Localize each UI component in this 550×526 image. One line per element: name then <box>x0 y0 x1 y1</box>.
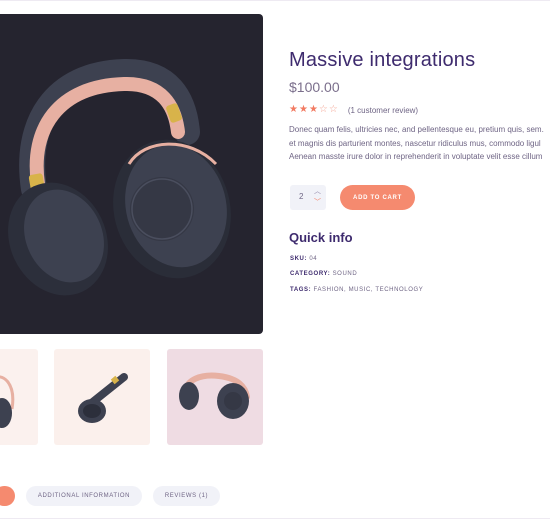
product-title: Massive integrations <box>289 49 476 71</box>
category-meta: CATEGORY: SOUND <box>290 271 357 277</box>
tab-reviews[interactable]: REVIEWS (1) <box>153 486 220 506</box>
star-icon: ☆ <box>328 104 338 115</box>
chevron-up-icon[interactable]: ︿ <box>314 188 321 196</box>
tab-additional-information[interactable]: ADDITIONAL INFORMATION <box>26 486 142 506</box>
chevron-down-icon[interactable]: ﹀ <box>314 199 321 207</box>
quantity-stepper[interactable]: 2 ︿ ﹀ <box>290 185 326 210</box>
sku-meta: SKU: 04 <box>290 256 317 262</box>
quick-info-title: Quick info <box>289 230 353 245</box>
tags-links[interactable]: FASHION, MUSIC, TECHNOLOGY <box>314 287 424 293</box>
tags-meta: TAGS: FASHION, MUSIC, TECHNOLOGY <box>290 287 423 293</box>
description-line: Aenean masste irure dolor in reprehender… <box>289 152 543 161</box>
description-line: et magnis dis parturient montes, nascetu… <box>289 138 541 148</box>
category-label: CATEGORY: <box>290 271 331 277</box>
thumbnail-2[interactable] <box>54 349 150 445</box>
category-link[interactable]: SOUND <box>333 271 358 277</box>
customer-review-link[interactable]: (1 customer review) <box>348 106 418 115</box>
bottom-divider <box>0 518 550 519</box>
headphones-illustration <box>8 59 231 296</box>
add-to-cart-button[interactable]: ADD TO CART <box>340 185 415 210</box>
sku-label: SKU: <box>290 256 308 262</box>
star-rating: ★ ★ ★ ☆ ☆ <box>289 104 338 116</box>
product-rating: ★ ★ ★ ☆ ☆ (1 customer review) <box>289 104 418 116</box>
star-icon: ★ <box>298 104 308 115</box>
product-description: Donec quam felis, ultricies nec, and pel… <box>289 123 550 164</box>
tab-description[interactable] <box>0 486 15 506</box>
thumbnail-3[interactable] <box>167 349 263 445</box>
top-divider <box>0 0 550 1</box>
product-price: $100.00 <box>289 79 340 95</box>
tags-label: TAGS: <box>290 287 312 293</box>
star-icon: ★ <box>308 104 318 115</box>
description-line: Donec quam felis, ultricies nec, and pel… <box>289 125 544 134</box>
star-icon: ★ <box>289 104 298 115</box>
headphones-thumb-illustration <box>0 375 15 428</box>
headphones-thumb-illustration <box>179 372 250 419</box>
sku-value: 04 <box>309 256 318 262</box>
quantity-input[interactable]: 2 <box>299 192 303 201</box>
thumbnail-1[interactable] <box>0 349 38 445</box>
headphones-thumb-illustration <box>78 373 128 423</box>
product-main-image[interactable] <box>0 14 263 334</box>
star-icon: ☆ <box>318 104 328 115</box>
